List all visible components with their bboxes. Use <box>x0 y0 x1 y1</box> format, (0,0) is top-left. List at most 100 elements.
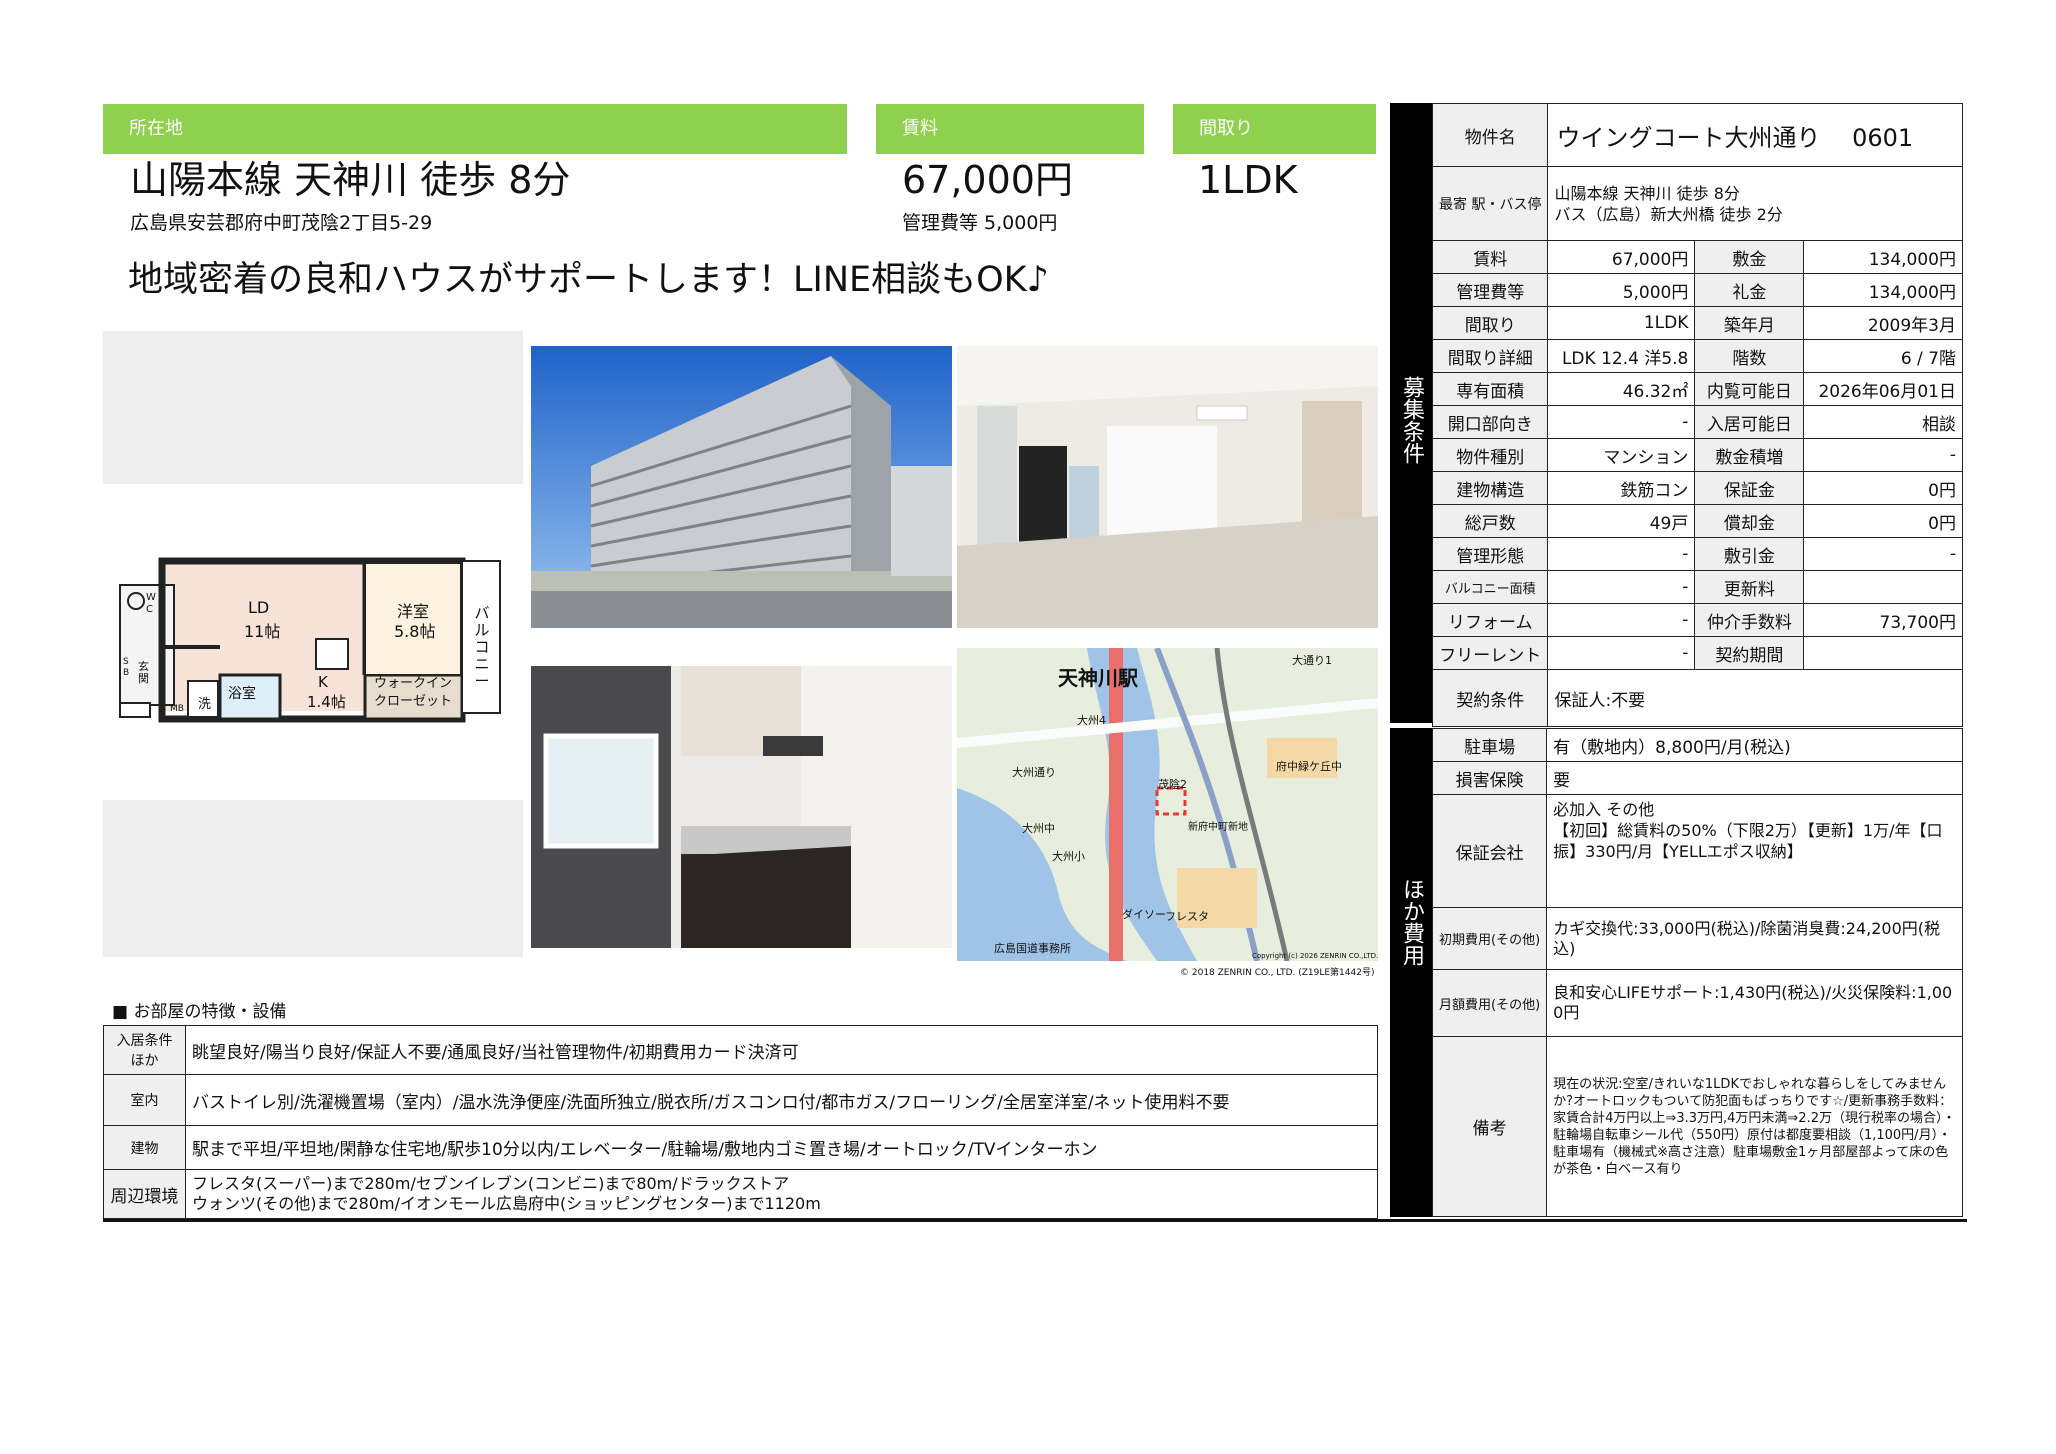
table-row: 物件種別 マンション 敷金積増 - <box>1431 438 1963 472</box>
table-row: 専有面積 46.32㎡ 内覧可能日 2026年06月01日 <box>1431 372 1963 406</box>
recruit-label-b: 礼金 <box>1694 273 1805 307</box>
table-row: 最寄 駅・バス停 山陽本線 天神川 徒歩 8分 バス（広島）新大州橋 徒歩 2分 <box>1431 166 1963 241</box>
recruit-label-a: フリーレント <box>1431 636 1549 670</box>
floorplan-balcony-label: バルコニー <box>474 604 490 690</box>
map-label-moin2: 茂陰2 <box>1158 778 1187 791</box>
monthly-value: 良和安心LIFEサポート:1,430円(税込)/火災保険料:1,000円 <box>1546 969 1963 1037</box>
recruit-value-a: 5,000円 <box>1547 273 1696 307</box>
placeholder-bottom <box>103 800 523 957</box>
recruit-value-b <box>1803 636 1963 670</box>
features-label-interior: 室内 <box>103 1074 186 1126</box>
recruit-label-a: 管理形態 <box>1431 537 1549 571</box>
recruit-value-a: 67,000円 <box>1547 240 1696 274</box>
costs-table: 駐車場 有（敷地内）8,800円/月(税込) 損害保険 要 保証会社 必加入 そ… <box>1431 728 1963 1217</box>
table-row: 管理形態 - 敷引金 - <box>1431 537 1963 571</box>
parking-value: 有（敷地内）8,800円/月(税込) <box>1546 728 1963 762</box>
guarantor-value: 必加入 その他 【初回】総賃料の50%（下限2万）【更新】1万/年【口振】330… <box>1546 794 1963 908</box>
layout-type: 1LDK <box>1198 158 1298 202</box>
recruit-value-b: 2009年3月 <box>1803 306 1963 340</box>
layout-header: 間取り <box>1173 104 1376 154</box>
map-label-oshu-chu: 大州中 <box>1022 822 1055 835</box>
recruit-label-b: 更新料 <box>1694 570 1805 604</box>
recruit-value-b: 6 / 7階 <box>1803 339 1963 373</box>
map-label-shinfuchu: 新府中町新地 <box>1188 822 1248 833</box>
features-label-conditions: 入居条件ほか <box>103 1025 186 1075</box>
recruit-value-b: 0円 <box>1803 471 1963 505</box>
table-row: 備考 現在の状況:空室/きれいな1LDKでおしゃれな暮らしをしてみませんか?オー… <box>1431 1036 1963 1217</box>
floorplan-sb-label: S B <box>123 657 130 678</box>
recruit-value-a: 1LDK <box>1547 306 1696 340</box>
recruit-value-b <box>1803 570 1963 604</box>
recruit-value-b: - <box>1803 537 1963 571</box>
catchphrase: 地域密着の良和ハウスがサポートします！LINE相談もOK♪ <box>128 260 1049 300</box>
costs-side-label: ほか費用 <box>1390 862 1432 982</box>
table-row: 月額費用(その他) 良和安心LIFEサポート:1,430円(税込)/火災保険料:… <box>1431 969 1963 1037</box>
insurance-value: 要 <box>1546 761 1963 795</box>
floorplan-bath-label: 浴室 <box>228 686 256 702</box>
nearest-line-1: 山陽本線 天神川 徒歩 8分 <box>1554 183 1740 203</box>
recruit-value-a: 鉄筋コン <box>1547 471 1696 505</box>
bottom-rule <box>103 1219 1967 1222</box>
recruit-label-b: 契約期間 <box>1694 636 1805 670</box>
rent-header: 賃料 <box>876 104 1144 154</box>
location-header: 所在地 <box>103 104 847 154</box>
initial-value: カギ交換代:33,000円(税込)/除菌消臭費:24,200円(税込) <box>1546 907 1963 970</box>
table-row: 室内 バストイレ別/洗濯機置場（室内）/温水洗浄便座/洗面所独立/脱衣所/ガスコ… <box>103 1074 1378 1126</box>
recruit-value-a: マンション <box>1547 438 1696 472</box>
table-row: 入居条件ほか 眺望良好/陽当り良好/保証人不要/通風良好/当社管理物件/初期費用… <box>103 1025 1378 1075</box>
recruit-value-b: 相談 <box>1803 405 1963 439</box>
map-label-fuchu-midorigaoka: 府中緑ケ丘中 <box>1276 760 1342 773</box>
recruit-label-b: 敷金積増 <box>1694 438 1805 472</box>
interior-living-photo <box>957 346 1378 628</box>
table-row: 賃料 67,000円 敷金 134,000円 <box>1431 240 1963 274</box>
table-row: フリーレント - 契約期間 <box>1431 636 1963 670</box>
table-row: 建物 駅まで平坦/平坦地/閑静な住宅地/駅歩10分以内/エレベーター/駐輪場/敷… <box>103 1125 1378 1170</box>
recruit-label-a: 管理費等 <box>1431 273 1549 307</box>
recruit-value-b: 134,000円 <box>1803 240 1963 274</box>
table-row: 初期費用(その他) カギ交換代:33,000円(税込)/除菌消臭費:24,200… <box>1431 907 1963 970</box>
recruit-label-b: 階数 <box>1694 339 1805 373</box>
table-row: 間取り 1LDK 築年月 2009年3月 <box>1431 306 1963 340</box>
features-label-surroundings: 周辺環境 <box>103 1169 186 1219</box>
features-value-surroundings: フレスタ(スーパー)まで280m/セブンイレブン(コンビニ)まで80m/ドラック… <box>185 1169 1378 1219</box>
recruit-label-a: 物件種別 <box>1431 438 1549 472</box>
floorplan-wc-label: W C <box>146 592 156 615</box>
recruit-value-a: - <box>1547 570 1696 604</box>
station-access: 山陽本線 天神川 徒歩 8分 <box>130 158 571 202</box>
guarantor-label: 保証会社 <box>1431 794 1548 908</box>
recruit-side-label: 募集条件 <box>1390 360 1432 480</box>
recruit-label-b: 築年月 <box>1694 306 1805 340</box>
recruit-value-b: 2026年06月01日 <box>1803 372 1963 406</box>
recruit-value-b: 73,700円 <box>1803 603 1963 637</box>
recruit-label-b: 敷引金 <box>1694 537 1805 571</box>
recruit-label-a: 専有面積 <box>1431 372 1549 406</box>
recruit-label-a: 間取り <box>1431 306 1549 340</box>
map-inner-copyright: Copyright (c) 2026 ZENRIN CO.,LTD. <box>1252 952 1379 960</box>
recruit-label-b: 償却金 <box>1694 504 1805 538</box>
recruit-value-b: 134,000円 <box>1803 273 1963 307</box>
floorplan-ld-size: 11帖 <box>244 622 281 641</box>
recruit-label-a: 総戸数 <box>1431 504 1549 538</box>
recruit-label-b: 仲介手数料 <box>1694 603 1805 637</box>
exterior-photo <box>531 346 952 628</box>
table-row: 管理費等 5,000円 礼金 134,000円 <box>1431 273 1963 307</box>
recruit-label-b: 敷金 <box>1694 240 1805 274</box>
floorplan-k-label: K <box>318 673 328 691</box>
map-station-label: 天神川駅 <box>1058 666 1138 690</box>
address: 広島県安芸郡府中町茂陰2丁目5-29 <box>130 212 433 234</box>
floorplan-wash-label: 洗 <box>198 697 212 712</box>
features-value-interior: バストイレ別/洗濯機置場（室内）/温水洗浄便座/洗面所独立/脱衣所/ガスコンロ付… <box>185 1074 1378 1126</box>
recruit-label-a: バルコニー面積 <box>1431 570 1549 604</box>
features-label-building: 建物 <box>103 1125 186 1170</box>
recruit-label-b: 保証金 <box>1694 471 1805 505</box>
recruit-label-b: 入居可能日 <box>1694 405 1805 439</box>
property-name-label: 物件名 <box>1431 103 1549 167</box>
recruit-value-a: - <box>1547 537 1696 571</box>
recruit-value-a: 46.32㎡ <box>1547 372 1696 406</box>
remarks-label: 備考 <box>1431 1036 1548 1217</box>
table-row: バルコニー面積 - 更新料 <box>1431 570 1963 604</box>
table-row: 損害保険 要 <box>1431 761 1963 795</box>
recruit-value-a: LDK 12.4 洋5.8 <box>1547 339 1696 373</box>
contract-value: 保証人:不要 <box>1547 669 1963 727</box>
floorplan-ld-label: LD <box>248 598 270 617</box>
